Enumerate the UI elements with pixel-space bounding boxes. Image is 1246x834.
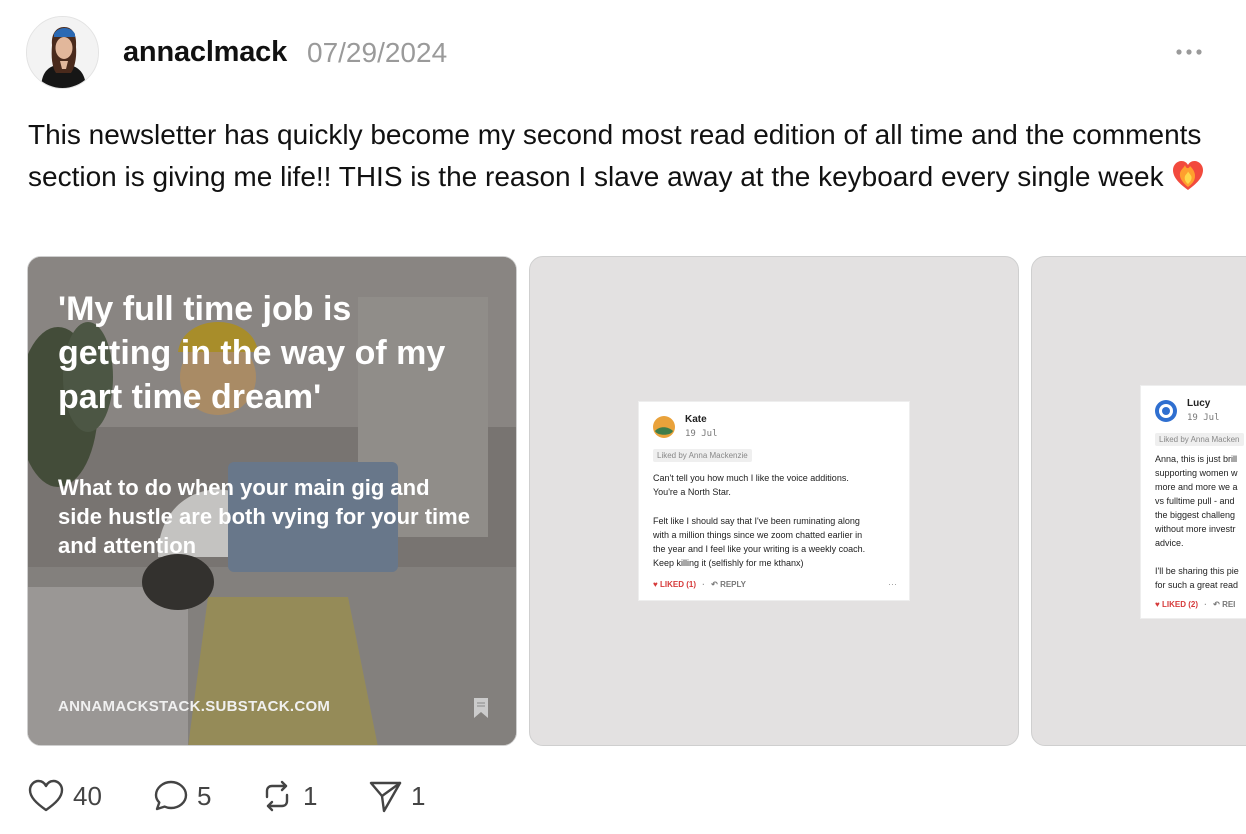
reply-label: REI bbox=[1222, 600, 1236, 609]
comment-line: for such a great read bbox=[1155, 580, 1239, 590]
comment-footer: ♥ LIKED (2) · ↶ REI bbox=[1155, 600, 1235, 609]
share-button[interactable]: 1 bbox=[367, 776, 425, 816]
comment-paragraph: Felt like I should say that I've been ru… bbox=[653, 514, 903, 570]
comment-line: You're a North Star. bbox=[653, 487, 731, 497]
comment-line: vs fulltime pull - and bbox=[1155, 496, 1235, 506]
like-count: 40 bbox=[73, 780, 102, 811]
article-preview-card[interactable]: 'My full time job is getting in the way … bbox=[27, 256, 517, 746]
comment-date: 19 Jul bbox=[1187, 413, 1220, 423]
article-headline: 'My full time job is getting in the way … bbox=[58, 290, 446, 416]
comment-paragraph: I'll be sharing this pie for such a grea… bbox=[1155, 564, 1246, 592]
restack-icon bbox=[265, 780, 289, 812]
commenter-avatar bbox=[1155, 400, 1177, 422]
comment-line: with a million things since we zoom chat… bbox=[653, 530, 863, 540]
comment-footer: ♥ LIKED (1) · ↶ REPLY bbox=[653, 580, 746, 589]
comment-more-icon: ··· bbox=[888, 579, 897, 589]
comment-count: 5 bbox=[197, 780, 212, 811]
send-icon bbox=[369, 781, 402, 813]
liked-by-tag: Liked by Anna Macken bbox=[1155, 433, 1244, 446]
commenter-name: Lucy bbox=[1187, 398, 1211, 409]
avatar-image bbox=[27, 17, 98, 88]
post-date: 07/29/2024 bbox=[307, 37, 448, 68]
liked-by-tag: Liked by Anna Mackenzie bbox=[653, 449, 752, 462]
comment-line: the biggest challeng bbox=[1155, 510, 1236, 520]
liked-heart-icon: ♥ bbox=[1155, 600, 1160, 609]
comment-line: advice. bbox=[1155, 538, 1184, 548]
restack-count: 1 bbox=[303, 780, 318, 811]
comment-paragraph: Can't tell you how much I like the voice… bbox=[653, 471, 903, 499]
share-count: 1 bbox=[411, 780, 426, 811]
article-domain: ANNAMACKSTACK.SUBSTACK.COM bbox=[58, 698, 331, 715]
comment-line: without more investr bbox=[1155, 524, 1236, 534]
commenter-avatar bbox=[653, 416, 675, 438]
reply-label: REPLY bbox=[720, 580, 746, 589]
comment-bubble-icon bbox=[154, 780, 188, 811]
more-options-button[interactable] bbox=[1174, 42, 1204, 62]
liked-count: LIKED (1) bbox=[659, 580, 696, 589]
avatar[interactable] bbox=[26, 16, 99, 89]
reply-arrow-icon: ↶ bbox=[711, 580, 718, 589]
action-bar: 40 5 1 1 bbox=[27, 776, 527, 816]
post-body: This newsletter has quickly become my se… bbox=[28, 114, 1208, 205]
comment-line: Keep killing it (selfishly for me kthanx… bbox=[653, 558, 804, 568]
separator-dot: · bbox=[1204, 600, 1207, 609]
comment-screenshot-card[interactable]: Lucy 19 Jul Liked by Anna Macken Anna, t… bbox=[1031, 256, 1246, 746]
comment-line: Can't tell you how much I like the voice… bbox=[653, 473, 849, 483]
comment-line: the year and I feel like your writing is… bbox=[653, 544, 866, 554]
comment-line: Felt like I should say that I've been ru… bbox=[653, 516, 860, 526]
username[interactable]: annaclmack bbox=[123, 36, 287, 69]
comment-line: more and more we a bbox=[1155, 482, 1238, 492]
commenter-name: Kate bbox=[685, 414, 707, 425]
heart-icon bbox=[28, 779, 64, 812]
comment-paragraph: Anna, this is just brill supporting wome… bbox=[1155, 452, 1246, 550]
separator-dot: · bbox=[702, 580, 705, 589]
bookmark-icon[interactable] bbox=[472, 697, 490, 719]
article-subtitle: What to do when your main gig and side h… bbox=[58, 475, 470, 558]
heart-on-fire-emoji-icon bbox=[1170, 157, 1206, 205]
post-text: This newsletter has quickly become my se… bbox=[28, 119, 1202, 192]
reply-arrow-icon: ↶ bbox=[1213, 600, 1220, 609]
liked-count: LIKED (2) bbox=[1161, 600, 1198, 609]
post-header: annaclmack 07/29/2024 bbox=[26, 16, 1226, 90]
like-button[interactable]: 40 bbox=[27, 776, 102, 816]
comment-line: supporting women w bbox=[1155, 468, 1238, 478]
comment-screenshot: Lucy 19 Jul Liked by Anna Macken Anna, t… bbox=[1140, 385, 1246, 619]
ellipsis-icon bbox=[1176, 49, 1202, 55]
comment-line: I'll be sharing this pie bbox=[1155, 566, 1239, 576]
image-carousel[interactable]: 'My full time job is getting in the way … bbox=[27, 256, 1246, 746]
comment-screenshot: Kate 19 Jul Liked by Anna Mackenzie Can'… bbox=[638, 401, 910, 601]
restack-button[interactable]: 1 bbox=[259, 776, 317, 816]
comment-date: 19 Jul bbox=[685, 429, 718, 439]
comment-screenshot-card[interactable]: Kate 19 Jul Liked by Anna Mackenzie Can'… bbox=[529, 256, 1019, 746]
comment-button[interactable]: 5 bbox=[153, 776, 211, 816]
comment-line: Anna, this is just brill bbox=[1155, 454, 1238, 464]
liked-heart-icon: ♥ bbox=[653, 580, 658, 589]
